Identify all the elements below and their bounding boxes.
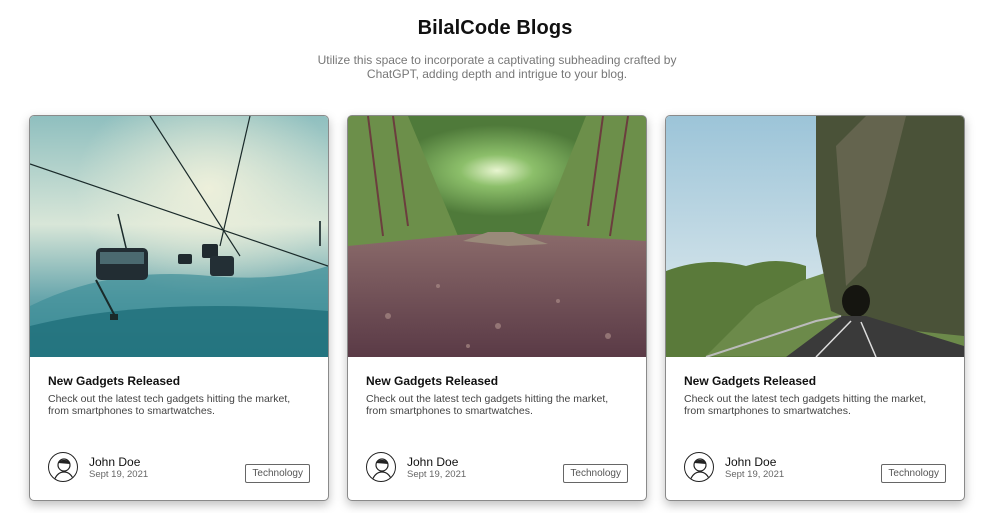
author-name: John Doe [89,455,141,469]
avatar-icon [48,452,78,482]
card-description: Check out the latest tech gadgets hittin… [48,393,291,417]
blog-card[interactable]: New Gadgets Released Check out the lates… [347,115,647,501]
card-image[interactable] [30,116,328,357]
post-date: Sept 19, 2021 [407,469,467,480]
blog-card[interactable]: New Gadgets Released Check out the lates… [29,115,329,501]
card-image[interactable] [348,116,646,357]
card-description: Check out the latest tech gadgets hittin… [366,393,609,417]
avatar-icon [684,452,714,482]
card-image[interactable] [666,116,964,357]
card-title[interactable]: New Gadgets Released [48,374,180,388]
category-tag[interactable]: Technology [245,464,310,483]
category-tag[interactable]: Technology [881,464,946,483]
card-title[interactable]: New Gadgets Released [684,374,816,388]
page-title: BilalCode Blogs [417,17,573,39]
mountain-road-image [666,116,964,357]
forest-path-image [348,116,646,357]
card-title[interactable]: New Gadgets Released [366,374,498,388]
author-name: John Doe [407,455,459,469]
blog-card[interactable]: New Gadgets Released Check out the lates… [665,115,965,501]
page-subtitle: Utilize this space to incorporate a capt… [317,53,677,81]
post-date: Sept 19, 2021 [89,469,149,480]
author-name: John Doe [725,455,777,469]
card-description: Check out the latest tech gadgets hittin… [684,393,927,417]
ski-lift-image [30,116,328,357]
post-date: Sept 19, 2021 [725,469,785,480]
avatar-icon [366,452,396,482]
category-tag[interactable]: Technology [563,464,628,483]
